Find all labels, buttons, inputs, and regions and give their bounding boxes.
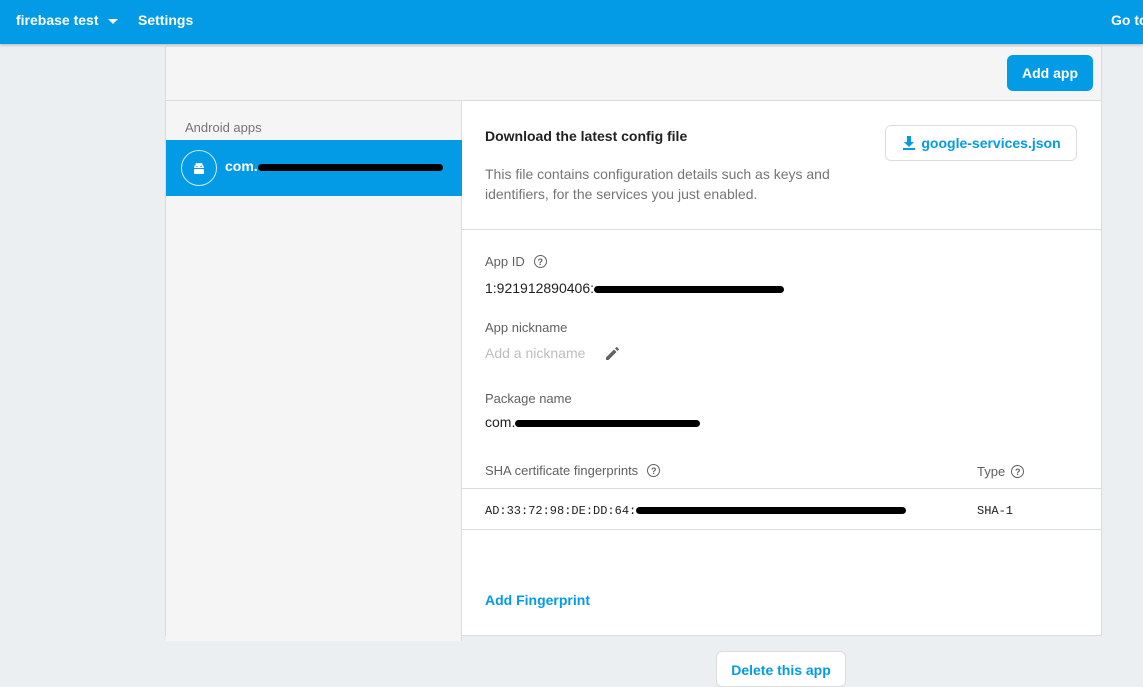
app-id-prefix: 1:921912890406: [485, 280, 594, 296]
nickname-label: App nickname [485, 320, 568, 335]
top-app-bar: firebase test Settings Go to [0, 0, 1143, 44]
sidebar-item-android-app[interactable]: com. [166, 140, 462, 196]
app-id-value: 1:921912890406: [485, 280, 784, 296]
app-id-label: App ID ? [485, 254, 547, 269]
goto-link[interactable]: Go to [1111, 12, 1143, 28]
package-name-label: Package name [485, 391, 572, 406]
sha-header-text: SHA certificate fingerprints [485, 463, 639, 478]
app-package-name: com. [225, 158, 443, 174]
type-header-text: Type [977, 464, 1006, 479]
apps-sidebar: Android apps com. [166, 101, 462, 641]
breadcrumb-settings[interactable]: Settings [138, 12, 193, 28]
download-config-label: google-services.json [921, 135, 1061, 151]
app-id-label-text: App ID [485, 254, 525, 269]
help-icon[interactable]: ? [1011, 465, 1025, 478]
nickname-input[interactable] [485, 345, 595, 361]
settings-card: Add app Android apps com. Download the l… [165, 46, 1102, 687]
add-fingerprint-link[interactable]: Add Fingerprint [485, 592, 590, 608]
fingerprint-type: SHA-1 [977, 504, 1014, 518]
redaction-mark [257, 163, 443, 171]
project-selector[interactable]: firebase test [16, 12, 119, 28]
package-name-prefix: com. [485, 414, 516, 430]
config-description: This file contains configuration details… [485, 166, 830, 202]
package-name-value: com. [485, 414, 701, 430]
card-header: Add app [166, 47, 1101, 101]
fingerprint-value: AD:33:72:98:DE:DD:64: [485, 504, 907, 518]
android-icon [181, 150, 217, 186]
sidebar-heading: Android apps [185, 120, 262, 135]
divider [462, 229, 1102, 230]
download-icon [903, 136, 916, 150]
help-icon[interactable]: ? [647, 464, 661, 477]
app-package-prefix: com. [225, 158, 258, 174]
type-header: Type ? [977, 464, 1025, 479]
redaction-mark [515, 419, 701, 427]
fingerprint-prefix: AD:33:72:98:DE:DD:64: [485, 504, 637, 518]
divider [462, 529, 1102, 530]
help-icon[interactable]: ? [533, 255, 547, 268]
divider [462, 488, 1102, 489]
delete-app-button[interactable]: Delete this app [716, 651, 846, 687]
config-title: Download the latest config file [485, 128, 688, 144]
redaction-mark [636, 507, 907, 515]
download-config-button[interactable]: google-services.json [885, 125, 1077, 161]
caret-down-icon [108, 18, 119, 24]
redaction-mark [594, 285, 784, 293]
sha-header: SHA certificate fingerprints ? [485, 463, 661, 478]
pencil-icon[interactable] [603, 343, 623, 363]
app-details: Download the latest config file This fil… [462, 101, 1102, 687]
add-app-button[interactable]: Add app [1007, 55, 1093, 91]
project-name: firebase test [16, 12, 99, 28]
